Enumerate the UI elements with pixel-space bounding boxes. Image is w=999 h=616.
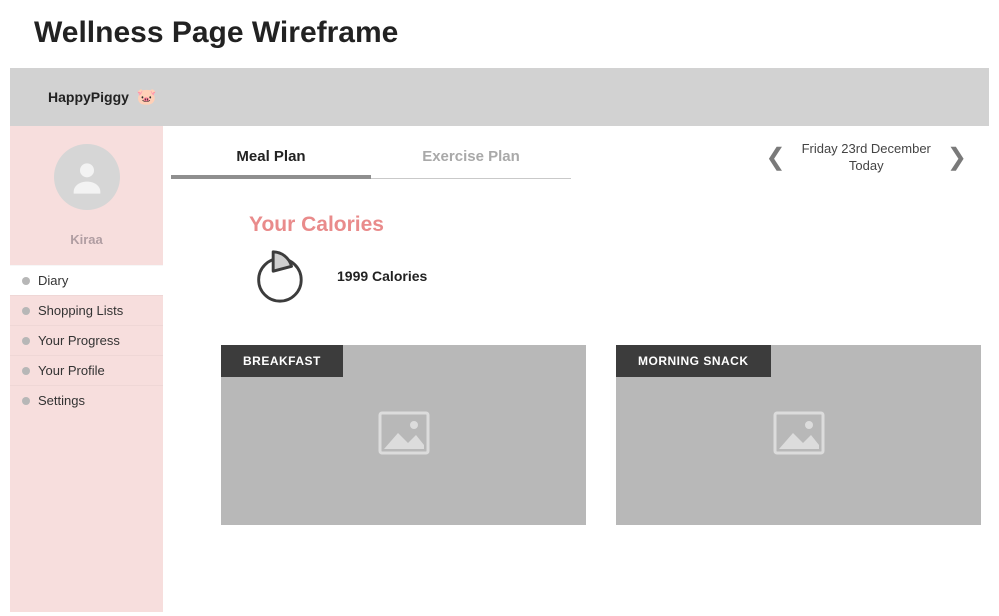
bullet-icon (22, 367, 30, 375)
sidebar-item-settings[interactable]: Settings (10, 385, 163, 415)
sidebar-item-shopping-lists[interactable]: Shopping Lists (10, 295, 163, 325)
sidebar-item-label: Your Progress (38, 333, 120, 348)
meal-label: MORNING SNACK (616, 345, 771, 377)
bullet-icon (22, 307, 30, 315)
sidebar-item-label: Settings (38, 393, 85, 408)
avatar[interactable] (54, 144, 120, 210)
page-title: Wellness Page Wireframe (0, 0, 999, 68)
meal-card-breakfast[interactable]: BREAKFAST (221, 345, 586, 525)
tab-exercise-plan[interactable]: Exercise Plan (371, 136, 571, 178)
image-placeholder-icon (378, 411, 430, 460)
person-icon (67, 157, 107, 197)
calories-section: Your Calories 1999 Calories (249, 213, 981, 305)
calories-value: 1999 Calories (337, 268, 427, 284)
pie-chart-icon (249, 247, 307, 305)
tabs-row: Meal Plan Exercise Plan ❮ Friday 23rd De… (171, 136, 981, 179)
image-placeholder-icon (773, 411, 825, 460)
main-content: Meal Plan Exercise Plan ❮ Friday 23rd De… (163, 126, 989, 612)
tabs: Meal Plan Exercise Plan (171, 136, 571, 179)
sidebar-nav: Diary Shopping Lists Your Progress Your … (10, 265, 163, 415)
sidebar-item-label: Your Profile (38, 363, 105, 378)
bullet-icon (22, 397, 30, 405)
tab-meal-plan[interactable]: Meal Plan (171, 136, 371, 179)
sidebar-item-your-profile[interactable]: Your Profile (10, 355, 163, 385)
banner: HappyPiggy 🐷 (10, 68, 989, 126)
sidebar-item-your-progress[interactable]: Your Progress (10, 325, 163, 355)
date-line2: Today (802, 158, 931, 175)
sidebar-item-diary[interactable]: Diary (10, 265, 163, 295)
sidebar-item-label: Shopping Lists (38, 303, 123, 318)
date-display: Friday 23rd December Today (802, 141, 931, 175)
calories-row: 1999 Calories (249, 247, 981, 305)
logo-text: HappyPiggy (48, 89, 129, 105)
meal-card-morning-snack[interactable]: MORNING SNACK (616, 345, 981, 525)
date-line1: Friday 23rd December (802, 141, 931, 158)
calories-title: Your Calories (249, 213, 981, 237)
sidebar: Kiraa Diary Shopping Lists Your Progress… (10, 126, 163, 612)
bullet-icon (22, 277, 30, 285)
meals-row: BREAKFAST MORNING SNACK (171, 345, 981, 525)
chevron-left-icon[interactable]: ❮ (761, 144, 789, 172)
username: Kiraa (70, 232, 103, 247)
chevron-right-icon[interactable]: ❯ (943, 144, 971, 172)
bullet-icon (22, 337, 30, 345)
meal-label: BREAKFAST (221, 345, 343, 377)
pig-icon: 🐷 (137, 87, 157, 107)
sidebar-item-label: Diary (38, 273, 68, 288)
date-nav: ❮ Friday 23rd December Today ❯ (761, 141, 981, 175)
avatar-block: Kiraa (10, 126, 163, 261)
